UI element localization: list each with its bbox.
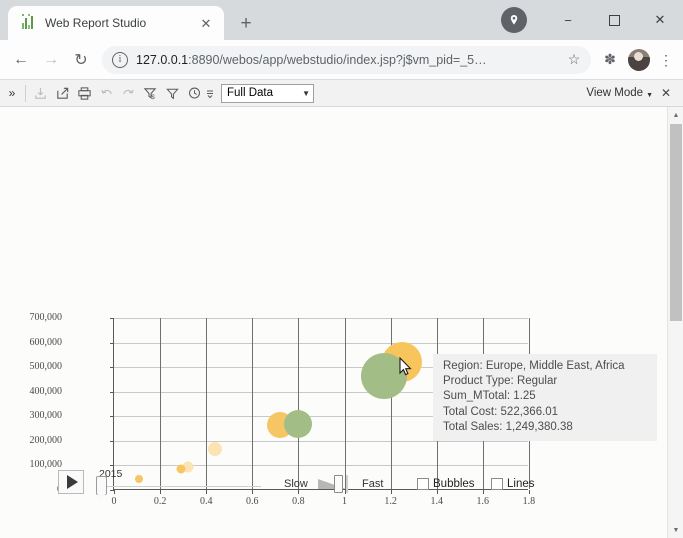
redo-icon[interactable] — [117, 82, 139, 104]
window-controls: − ✕ — [501, 0, 683, 40]
url-text: 127.0.0.1:8890/webos/app/webstudio/index… — [136, 53, 563, 67]
browser-menu-icon[interactable]: ⋮ — [655, 53, 677, 67]
url-host: 127.0.0.1 — [136, 53, 188, 67]
bubbles-checkbox[interactable] — [417, 478, 429, 490]
speed-slow-label: Slow — [284, 478, 308, 490]
speed-slider-track[interactable] — [346, 475, 348, 493]
export-download-icon[interactable] — [29, 82, 51, 104]
browser-toolbar: ← → ↻ i 127.0.0.1:8890/webos/app/webstud… — [0, 40, 683, 80]
toolbar-right-group: View Mode ▼ ✕ — [586, 86, 679, 100]
window-close-button[interactable]: ✕ — [637, 3, 683, 37]
filter-value-icon[interactable]: $ — [139, 82, 161, 104]
forward-button[interactable]: → — [36, 45, 66, 75]
scroll-down-icon[interactable]: ▼ — [668, 522, 683, 538]
chart-legend: Asia-Pacific Europe, Middle East, Africa… — [0, 107, 659, 518]
scroll-up-icon[interactable]: ▲ — [668, 107, 683, 123]
view-mode-label: View Mode — [586, 87, 643, 99]
year-slider-handle[interactable] — [96, 476, 107, 496]
undo-icon[interactable] — [95, 82, 117, 104]
new-tab-button[interactable]: + — [232, 9, 260, 37]
lines-checkbox[interactable] — [491, 478, 503, 490]
close-report-icon[interactable]: ✕ — [653, 86, 679, 100]
profile-pin-icon[interactable] — [501, 7, 527, 33]
play-icon — [67, 475, 78, 489]
extensions-icon[interactable]: ✽ — [597, 51, 623, 68]
bubble-chart: 700,000 600,000 500,000 400,000 300,000 … — [0, 107, 659, 518]
address-bar[interactable]: i 127.0.0.1:8890/webos/app/webstudio/ind… — [102, 46, 591, 74]
filter-icon[interactable] — [161, 82, 183, 104]
data-mode-select[interactable]: Full Data ▼ — [221, 84, 314, 103]
tab-title: Web Report Studio — [45, 16, 196, 30]
window-maximize-button[interactable] — [591, 3, 637, 37]
window-minimize-button[interactable]: − — [545, 3, 591, 37]
bubbles-checkbox-wrap[interactable]: Bubbles — [417, 478, 475, 490]
lines-label: Lines — [507, 478, 535, 490]
lines-checkbox-wrap[interactable]: Lines — [491, 478, 535, 490]
report-canvas-wrap: 700,000 600,000 500,000 400,000 300,000 … — [0, 107, 683, 538]
speed-fast-label: Fast — [362, 478, 383, 490]
chevron-down-icon: ▼ — [302, 89, 310, 98]
app-toolbar: » $ — [0, 80, 683, 107]
speed-slider-handle[interactable] — [334, 475, 343, 493]
tab-strip: Web Report Studio ✕ + − ✕ — [0, 0, 683, 40]
browser-window: Web Report Studio ✕ + − ✕ ← → ↻ i 127.0.… — [0, 0, 683, 538]
profile-avatar[interactable] — [628, 49, 650, 71]
svg-text:$: $ — [151, 94, 155, 101]
scrollbar-thumb[interactable] — [670, 124, 682, 321]
share-export-icon[interactable] — [51, 82, 73, 104]
view-mode-button[interactable]: View Mode ▼ — [586, 87, 653, 99]
data-mode-select-wrap: Full Data ▼ — [221, 84, 314, 103]
data-mode-value: Full Data — [227, 87, 302, 99]
toolbar-more-icon[interactable] — [205, 82, 215, 104]
print-icon[interactable] — [73, 82, 95, 104]
tab-close-icon[interactable]: ✕ — [196, 13, 216, 33]
browser-tab[interactable]: Web Report Studio ✕ — [8, 6, 224, 40]
bubbles-label: Bubbles — [433, 478, 475, 490]
back-button[interactable]: ← — [6, 45, 36, 75]
url-path: :8890/webos/app/webstudio/index.jsp?j$vm… — [188, 53, 486, 67]
bookmark-star-icon[interactable]: ☆ — [563, 51, 585, 68]
toolbar-separator — [25, 85, 26, 102]
site-info-icon[interactable]: i — [112, 52, 128, 68]
bar-chart-favicon — [20, 15, 36, 31]
toolbar-overflow-icon[interactable]: » — [2, 86, 22, 100]
play-button[interactable] — [58, 470, 84, 494]
reload-button[interactable]: ↻ — [66, 45, 96, 75]
animation-controls: 2015 Slow Fast Bubbles — [0, 462, 659, 518]
report-canvas: 700,000 600,000 500,000 400,000 300,000 … — [0, 107, 659, 518]
year-slider-track[interactable] — [101, 486, 261, 487]
page-content: » $ — [0, 80, 683, 538]
chevron-down-icon: ▼ — [646, 92, 653, 99]
history-clock-icon[interactable] — [183, 82, 205, 104]
vertical-scrollbar[interactable]: ▲ ▼ — [667, 107, 683, 538]
